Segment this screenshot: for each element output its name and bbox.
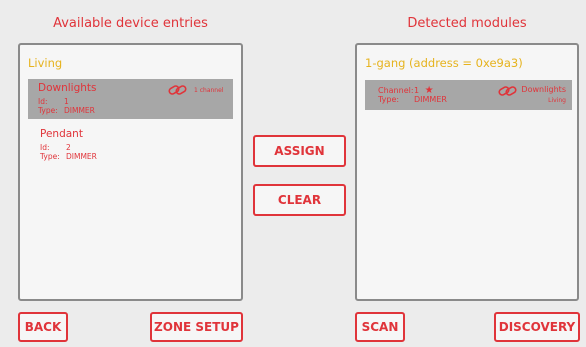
channel-count: 1 channel [194,87,224,94]
scan-button[interactable]: SCAN [355,312,405,342]
link-icon[interactable] [498,84,518,98]
available-entries-panel[interactable]: Living Downlights Id: 1 Type: DIMMER 1 cha… [18,43,243,301]
channel-label: Channel: [378,86,414,95]
link-icon[interactable] [168,83,188,97]
clear-button[interactable]: CLEAR [253,184,346,216]
zone-group-label: Living [28,56,63,70]
channel-value: 1 [414,86,420,95]
type-value: DIMMER [64,106,95,115]
module-group-label: 1-gang (address = 0xe9a3) [365,56,523,70]
channel-meta: Channel:1 ★ Type: DIMMER [378,86,447,105]
device-entry-pendant[interactable]: Pendant Id: 2 Type: DIMMER [28,125,233,167]
type-label: Type: [378,95,400,104]
type-label: Type: [38,106,58,115]
linked-name: Downlights [521,85,566,94]
type-value: DIMMER [414,95,447,104]
entry-meta: Id: 2 Type: DIMMER [40,143,97,161]
linked-zone: Living [548,97,566,104]
type-value: DIMMER [66,152,97,161]
detected-modules-panel[interactable]: 1-gang (address = 0xe9a3) Channel:1 ★ Ty… [355,43,579,301]
detected-modules-heading: Detected modules [407,16,527,31]
zone-setup-button[interactable]: ZONE SETUP [150,312,243,342]
id-label: Id: [38,97,48,106]
id-value: 1 [64,97,69,106]
assign-button[interactable]: ASSIGN [253,135,346,167]
device-entry-downlights[interactable]: Downlights Id: 1 Type: DIMMER 1 channel [28,79,233,119]
discovery-button[interactable]: DISCOVERY [494,312,580,342]
type-label: Type: [40,152,60,161]
id-value: 2 [66,143,71,152]
id-label: Id: [40,143,50,152]
entry-meta: Id: 1 Type: DIMMER [38,97,95,115]
back-button[interactable]: BACK [18,312,68,342]
available-entries-heading: Available device entries [53,16,208,31]
entry-name: Pendant [40,128,83,140]
module-channel-entry[interactable]: Channel:1 ★ Type: DIMMER Downlights Livin… [365,80,572,110]
entry-name: Downlights [38,82,97,94]
